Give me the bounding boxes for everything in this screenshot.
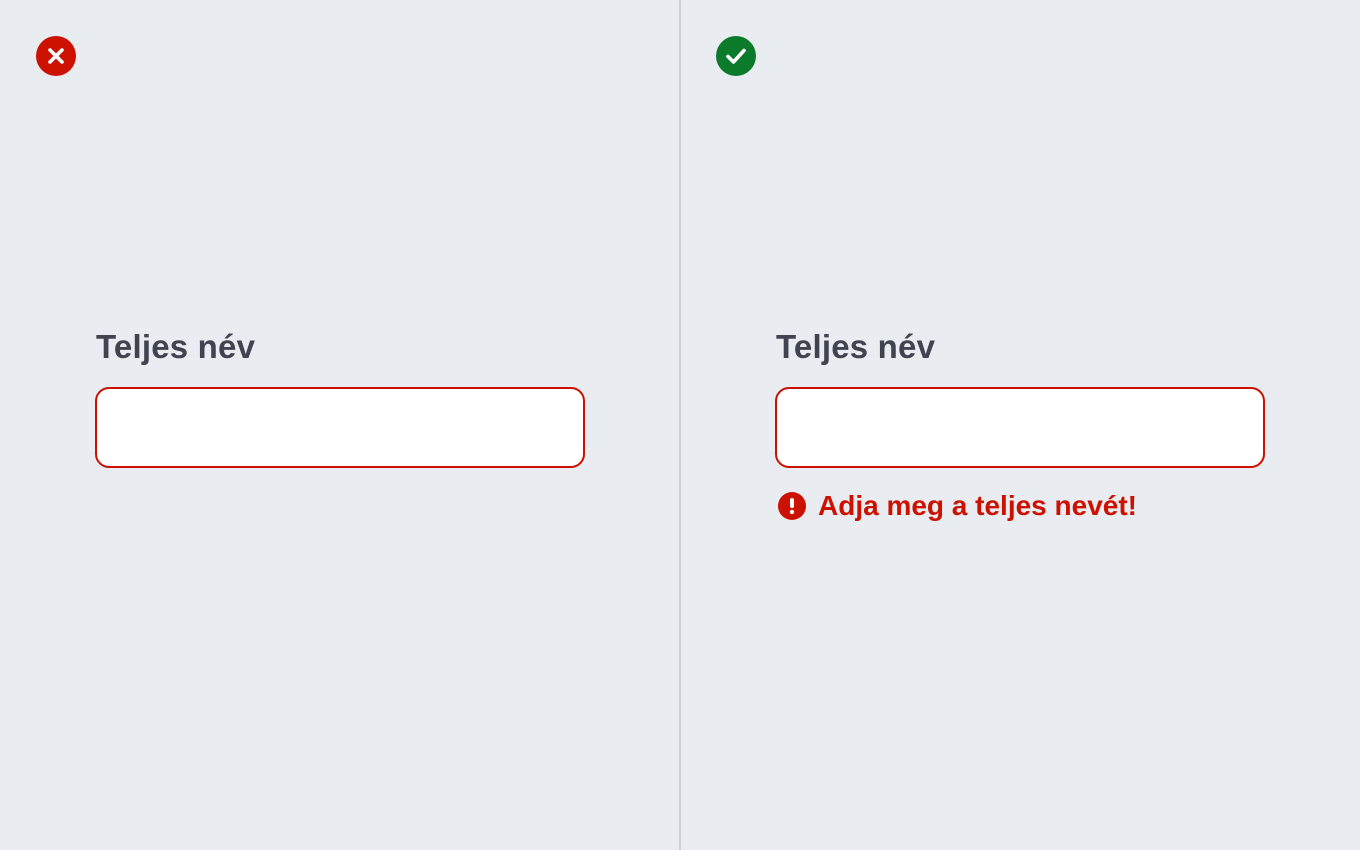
correct-example-panel: Teljes név Adja meg a teljes nevét! (680, 0, 1360, 850)
full-name-label: Teljes név (776, 328, 936, 365)
full-name-label: Teljes név (96, 328, 256, 365)
checkmark-icon (716, 36, 756, 76)
comparison-stage: Teljes név Teljes név Adja meg a teljes … (0, 0, 1360, 850)
full-name-input[interactable] (95, 387, 585, 468)
error-message: Adja meg a teljes nevét! (778, 490, 1137, 522)
exclamation-icon (778, 492, 806, 520)
cross-icon (36, 36, 76, 76)
incorrect-example-panel: Teljes név (0, 0, 680, 850)
full-name-input[interactable] (775, 387, 1265, 468)
error-text: Adja meg a teljes nevét! (818, 490, 1138, 521)
